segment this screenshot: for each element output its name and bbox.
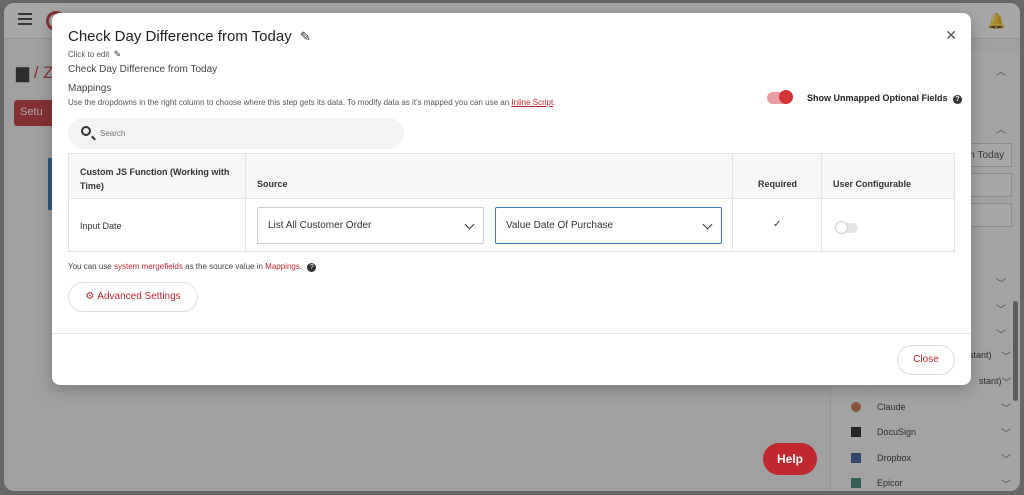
question-icon[interactable]: ? (307, 263, 317, 272)
help-button-label: Help (776, 452, 803, 466)
pencil-icon[interactable]: ✎ (114, 49, 122, 59)
toggle-knob (779, 90, 793, 104)
click-to-edit-label: Click to edit (68, 50, 110, 59)
mappings-help-text: Use the dropdowns in the right column to… (68, 98, 555, 107)
show-unmapped-toggle[interactable] (767, 90, 793, 104)
source-step-value: List All Customer Order (268, 220, 372, 231)
close-button-label: Close (913, 354, 939, 365)
chevron-down-icon (702, 219, 713, 230)
pencil-icon[interactable]: ✎ (300, 29, 311, 45)
mappings-table: Custom JS Function (Working with Time) S… (68, 153, 955, 252)
header-source: Source (257, 179, 288, 189)
row-field-name: Input Date (80, 221, 122, 231)
show-unmapped-label: Show Unmapped Optional Fields ? (807, 93, 963, 104)
modal-footer-divider (52, 333, 971, 334)
close-icon[interactable]: ✕ (945, 27, 957, 44)
chevron-down-icon (464, 219, 475, 230)
column-divider (245, 154, 246, 251)
advanced-settings-button[interactable]: ⚙ Advanced Settings (68, 282, 198, 312)
modal-title[interactable]: Check Day Difference from Today ✎ (68, 28, 311, 45)
mappings-help-suffix: . (553, 98, 556, 107)
hint-prefix: You can use (68, 262, 114, 271)
close-button[interactable]: Close (897, 345, 955, 375)
mergefields-hint: You can use system mergefields as the so… (68, 262, 317, 272)
toggle-knob (835, 221, 848, 234)
hint-mid: as the source value in (182, 262, 266, 271)
inline-script-link[interactable]: Inline Script (511, 98, 553, 107)
user-configurable-toggle[interactable] (835, 221, 858, 234)
search-box[interactable] (68, 118, 404, 149)
advanced-settings-label: Advanced Settings (97, 291, 181, 302)
modal-title-text: Check Day Difference from Today (68, 28, 292, 45)
column-divider (732, 154, 733, 251)
mappings-heading: Mappings (68, 83, 112, 94)
gear-icon: ⚙ (85, 291, 95, 302)
step-description: Check Day Difference from Today (68, 64, 218, 75)
mappings-help-prefix: Use the dropdowns in the right column to… (68, 98, 512, 107)
search-input[interactable] (100, 126, 390, 141)
system-mergefields-link[interactable]: system mergefields (114, 262, 183, 271)
column-divider (821, 154, 822, 251)
click-to-edit[interactable]: Click to edit ✎ (68, 49, 121, 60)
header-field: Custom JS Function (Working with Time) (80, 167, 230, 191)
source-value-select[interactable]: Value Date Of Purchase (495, 207, 722, 244)
help-button[interactable]: Help (763, 443, 817, 475)
mappings-link[interactable]: Mappings (265, 262, 300, 271)
step-modal: Check Day Difference from Today ✎ ✕ Clic… (52, 13, 971, 385)
question-icon[interactable]: ? (953, 95, 963, 104)
hint-suffix: . (299, 262, 303, 271)
show-unmapped-text: Show Unmapped Optional Fields (807, 93, 948, 103)
source-step-select[interactable]: List All Customer Order (257, 207, 484, 244)
search-icon (81, 126, 91, 136)
required-check-icon: ✓ (773, 219, 782, 230)
header-required: Required (758, 179, 798, 189)
header-user-configurable: User Configurable (833, 179, 912, 189)
source-value-value: Value Date Of Purchase (506, 220, 614, 231)
